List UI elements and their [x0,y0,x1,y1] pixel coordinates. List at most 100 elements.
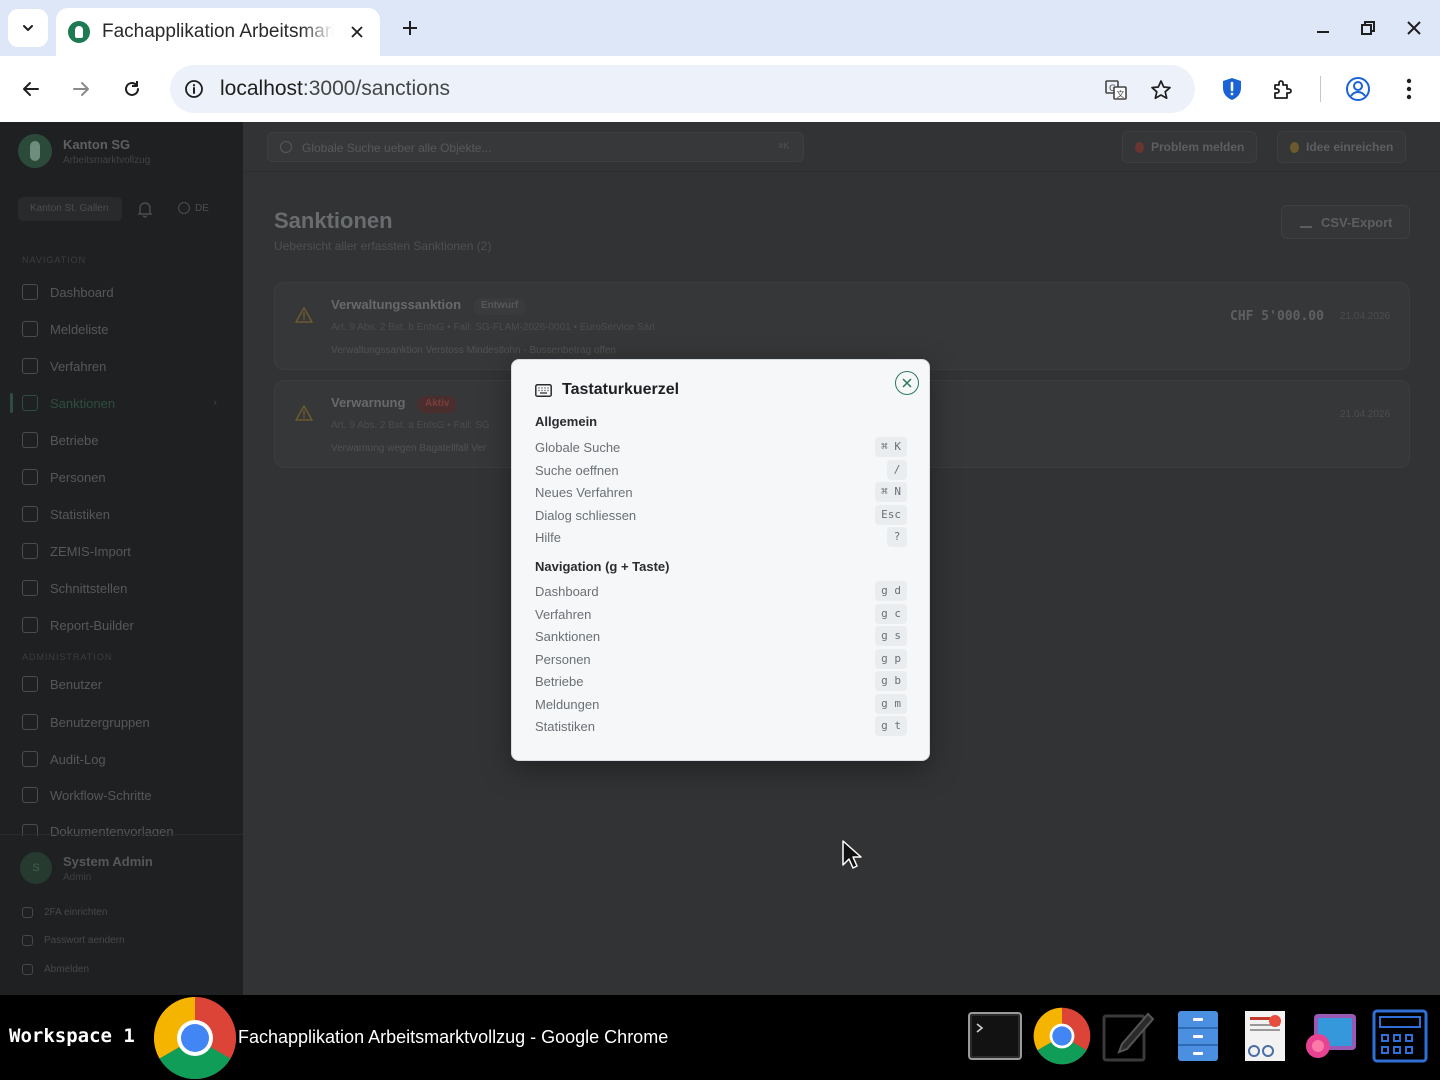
file-manager-icon[interactable] [1169,1007,1227,1065]
org-header[interactable]: Kanton SG Arbeitsmarktvollzug [18,134,150,168]
shortcut-label: Statistiken [535,719,595,734]
shortcut-row: Suche oeffnen / [535,460,907,480]
search-shortcut-hint: ⌘K [778,142,789,152]
submit-idea-button[interactable]: Idee einreichen [1277,131,1407,163]
user-profile[interactable]: S System Admin Admin [20,852,153,884]
nav-item-benutzer[interactable]: Benutzer [12,669,231,699]
globe-icon [22,580,38,596]
shortcut-label: Verfahren [535,607,592,622]
file-icon [22,358,38,374]
kebab-menu-icon[interactable] [1393,73,1425,105]
text-editor-icon[interactable] [1099,1007,1157,1065]
nav-item-label: Report-Builder [50,617,134,633]
nav-item-meldeliste[interactable]: Meldeliste [12,314,231,344]
bookmark-star-icon[interactable] [1146,75,1176,105]
shortcut-key: g s [875,626,907,646]
terminal-icon[interactable] [966,1007,1024,1065]
shortcut-label: Sanktionen [535,629,601,644]
nav-item-personen[interactable]: Personen [12,462,231,492]
change-password-link[interactable]: Passwort aendern [22,935,125,946]
shield-icon [22,907,33,918]
shortcut-row: Verfahren g c [535,604,907,624]
url-path: :3000/sanctions [302,77,450,100]
back-button[interactable] [14,72,48,106]
active-window-title[interactable]: Fachapplikation Arbeitsmarktvollzug - Go… [238,1027,668,1048]
download-icon [1300,216,1312,228]
canton-select[interactable]: Kanton St. Gallen [18,197,122,221]
language-switch[interactable]: DE [178,202,209,214]
sanction-amount: CHF 5'000.00 [1230,309,1324,324]
global-search-input[interactable]: Globale Suche ueber alle Objekte... ⌘K [267,132,804,162]
nav-item-label: Betriebe [50,432,99,448]
user-icon [22,676,38,692]
site-info-icon[interactable] [180,75,208,103]
chrome-launcher-icon[interactable] [1033,1007,1091,1065]
workspace-label[interactable]: Workspace 1 [9,1025,135,1047]
shield-extension-icon[interactable] [1216,73,1248,105]
dashboard-icon [22,284,38,300]
sanction-card[interactable]: Verwaltungssanktion Entwurf Art. 9 Abs. … [274,282,1410,370]
nav-item-report-builder[interactable]: Report-Builder [12,610,231,640]
link-label: Passwort aendern [44,935,125,946]
keyboard-icon [535,383,552,397]
reload-button[interactable] [115,72,149,106]
close-icon [351,26,363,38]
nav-item-benutzergruppen[interactable]: Benutzergruppen [12,707,231,737]
nav-section-label: Navigation [22,255,87,265]
sanction-title: Verwarnung [331,395,406,410]
minimize-button[interactable] [1307,12,1339,44]
shortcut-label: Dashboard [535,584,599,599]
extensions-puzzle-icon[interactable] [1267,73,1299,105]
translate-icon[interactable]: G文 [1101,75,1131,105]
submit-idea-label: Idee einreichen [1306,140,1394,154]
shortcut-label: Dialog schliessen [535,508,637,523]
shortcut-group-title: Navigation (g + Taste) [535,559,670,574]
search-placeholder: Globale Suche ueber alle Objekte... [302,141,492,155]
calculator-icon[interactable] [1371,1007,1429,1065]
address-bar[interactable]: localhost:3000/sanctions G文 [170,65,1195,113]
status-badge: Entwurf [473,298,527,315]
shortcut-key: g d [875,581,907,601]
close-window-button[interactable] [1398,12,1430,44]
profile-icon[interactable] [1342,73,1374,105]
arrow-right-icon [73,82,89,96]
new-tab-button[interactable] [394,12,426,44]
link-label: 2FA einrichten [44,907,108,918]
history-icon [22,751,38,767]
nav-item-sanktionen[interactable]: Sanktionen › [10,388,231,418]
nav-item-dashboard[interactable]: Dashboard [12,277,231,307]
shortcut-row: Meldungen g m [535,694,907,714]
nav-item-verfahren[interactable]: Verfahren [12,351,231,381]
bell-icon[interactable] [136,200,154,218]
image-viewer-icon[interactable] [1302,1007,1360,1065]
nav-item-workflow-schritte[interactable]: Workflow-Schritte [12,780,231,810]
shortcut-row: Betriebe g b [535,671,907,691]
report-problem-button[interactable]: Problem melden [1122,131,1258,163]
chrome-icon[interactable] [153,996,237,1080]
csv-export-button[interactable]: CSV-Export [1281,205,1410,239]
sanction-date: 21.04.2026 [1340,409,1391,420]
nav-item-label: Statistiken [50,506,110,522]
nav-item-statistiken[interactable]: Statistiken [12,499,231,529]
tab-search-button[interactable] [8,9,48,47]
nav-item-label: Audit-Log [50,751,106,767]
logout-link[interactable]: Abmelden [22,964,89,975]
nav-item-zemis-import[interactable]: ZEMIS-Import [12,536,231,566]
nav-item-label: Meldeliste [50,321,109,337]
browser-tab-active[interactable]: Fachapplikation Arbeitsmarktvollzug [56,8,380,56]
users-icon [22,714,38,730]
report-problem-label: Problem melden [1151,140,1245,154]
url-text[interactable]: localhost:3000/sanctions [220,77,450,101]
lightbulb-icon [1290,141,1299,153]
avatar: S [20,852,52,884]
tab-close-button[interactable] [346,21,368,43]
setup-2fa-link[interactable]: 2FA einrichten [22,907,107,918]
nav-item-audit-log[interactable]: Audit-Log [12,744,231,774]
nav-item-schnittstellen[interactable]: Schnittstellen [12,573,231,603]
forward-button[interactable] [64,72,98,106]
arrow-left-icon [23,82,39,96]
restore-button[interactable] [1352,12,1384,44]
document-viewer-icon[interactable] [1236,1007,1294,1065]
close-dialog-button[interactable] [895,371,919,395]
nav-item-betriebe[interactable]: Betriebe [12,425,231,455]
